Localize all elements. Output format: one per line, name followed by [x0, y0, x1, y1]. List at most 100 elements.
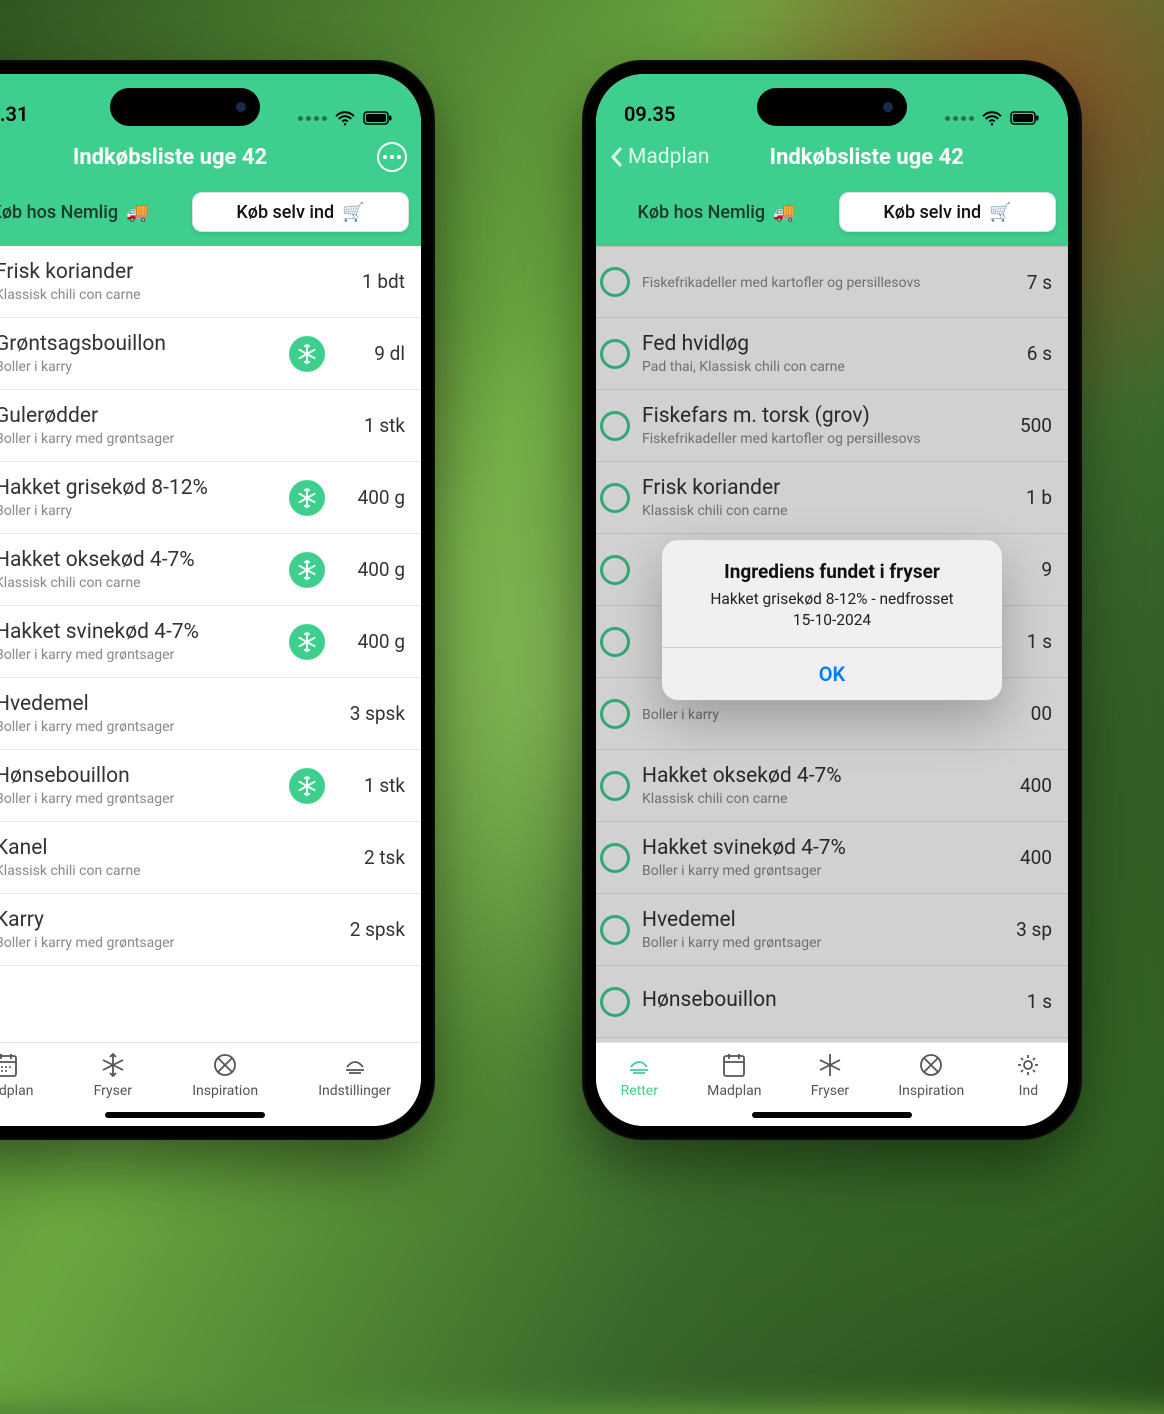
checkbox[interactable]	[600, 771, 630, 801]
checkbox[interactable]	[600, 699, 630, 729]
shopping-list[interactable]: Fiskefrikadeller med kartofler og persil…	[596, 246, 1068, 1042]
item-title: Gulerødder	[0, 404, 335, 429]
checkbox[interactable]	[600, 555, 630, 585]
item-quantity: 7 s	[982, 271, 1052, 294]
item-quantity: 9 dl	[335, 342, 405, 365]
checkbox[interactable]	[600, 987, 630, 1017]
list-item[interactable]: GrøntsagsbouillonBoller i karry 9 dl	[0, 318, 421, 390]
list-item[interactable]: Fiskefrikadeller med kartofler og persil…	[596, 246, 1068, 318]
item-quantity: 3 sp	[982, 918, 1052, 941]
status-time: 09.31	[0, 102, 28, 126]
list-item-text: Frisk korianderKlassisk chili con carne	[642, 476, 982, 519]
freezer-badge-icon	[289, 480, 325, 516]
home-indicator[interactable]	[752, 1112, 912, 1118]
item-quantity: 500	[982, 414, 1052, 437]
item-subtitle: Klassisk chili con carne	[642, 791, 982, 807]
list-item[interactable]: Hakket oksekød 4-7%Klassisk chili con ca…	[596, 750, 1068, 822]
tab-buy-nemlig[interactable]: Køb hos Nemlig 🚚	[608, 192, 825, 232]
item-title: Grøntsagsbouillon	[0, 332, 289, 357]
back-button[interactable]: Madplan	[610, 145, 710, 169]
page-title: Indkøbsliste uge 42	[0, 145, 367, 170]
tab-fryser[interactable]: Fryser	[94, 1051, 132, 1099]
item-subtitle: Boller i karry med grøntsager	[0, 935, 335, 951]
item-quantity: 400 g	[335, 486, 405, 509]
tab-fryser[interactable]: Fryser	[811, 1051, 849, 1099]
list-item[interactable]: Fiskefars m. torsk (grov)Fiskefrikadelle…	[596, 390, 1068, 462]
tab-fryser-label: Fryser	[94, 1083, 132, 1099]
item-title: Hakket svinekød 4-7%	[0, 620, 289, 645]
list-item[interactable]: Hakket oksekød 4-7%Klassisk chili con ca…	[0, 534, 421, 606]
tab-madplan-label: Madplan	[707, 1083, 761, 1099]
item-subtitle: Boller i karry med grøntsager	[0, 719, 335, 735]
item-quantity: 3 spsk	[335, 702, 405, 725]
item-quantity: 2 spsk	[335, 918, 405, 941]
item-quantity: 1 stk	[335, 774, 405, 797]
phone-right: 09.35 Madplan	[582, 60, 1082, 1140]
list-item[interactable]: Frisk korianderKlassisk chili con carne1…	[0, 246, 421, 318]
more-button[interactable]	[377, 142, 407, 172]
tab-madplan[interactable]: Madplan	[707, 1051, 761, 1099]
tab-buy-nemlig[interactable]: Køb hos Nemlig 🚚	[0, 192, 178, 232]
checkbox[interactable]	[600, 627, 630, 657]
tab-inspiration-label: Inspiration	[898, 1083, 964, 1099]
tab-indstillinger-label: Ind	[1019, 1083, 1038, 1099]
list-item[interactable]: Hakket grisekød 8-12%Boller i karry400 g	[0, 462, 421, 534]
tab-indstillinger[interactable]: Indstillinger	[318, 1051, 391, 1099]
checkbox[interactable]	[600, 843, 630, 873]
battery-icon	[363, 111, 393, 125]
nav-bar: Madplan Indkøbsliste uge 42	[596, 132, 1068, 182]
alert-ok-button[interactable]: OK	[662, 648, 1002, 700]
tab-inspiration[interactable]: Inspiration	[192, 1051, 258, 1099]
checkbox[interactable]	[600, 267, 630, 297]
tab-inspiration[interactable]: Inspiration	[898, 1051, 964, 1099]
cart-icon: 🛒	[342, 202, 364, 223]
list-item-text: Hakket oksekød 4-7%Klassisk chili con ca…	[642, 764, 982, 807]
item-subtitle: Boller i karry med grøntsager	[0, 431, 335, 447]
tab-buy-self[interactable]: Køb selv ind 🛒	[192, 192, 409, 232]
list-item[interactable]: Hakket svinekød 4-7% Boller i karry med g…	[0, 606, 421, 678]
item-quantity: 400 g	[335, 630, 405, 653]
list-item-text: Fiskefrikadeller med kartofler og persil…	[642, 273, 982, 291]
list-item[interactable]: HønsebouillonBoller i karry med grøntsag…	[0, 750, 421, 822]
item-subtitle: Boller i karry	[0, 503, 289, 519]
list-item[interactable]: HvedemelBoller i karry med grøntsager3 s…	[0, 678, 421, 750]
item-quantity: 00	[982, 702, 1052, 725]
dynamic-island	[757, 88, 907, 126]
item-quantity: 1 bdt	[335, 270, 405, 293]
list-item[interactable]: HvedemelBoller i karry med grøntsager3 s…	[596, 894, 1068, 966]
shopping-list[interactable]: Frisk korianderKlassisk chili con carne1…	[0, 246, 421, 1042]
tab-madplan-label: Madplan	[0, 1083, 33, 1099]
dynamic-island	[110, 88, 260, 126]
item-quantity: 6 s	[982, 342, 1052, 365]
list-item[interactable]: Frisk korianderKlassisk chili con carne1…	[596, 462, 1068, 534]
checkbox[interactable]	[600, 915, 630, 945]
list-item-text: Boller i karry	[642, 705, 982, 723]
list-item-text: HønsebouillonBoller i karry med grøntsag…	[0, 764, 289, 807]
list-item[interactable]: KarryBoller i karry med grøntsager2 spsk	[0, 894, 421, 966]
alert-dialog: Ingrediens fundet i fryser Hakket grisek…	[662, 540, 1002, 700]
list-item-text: GrøntsagsbouillonBoller i karry	[0, 332, 289, 375]
list-item[interactable]: Hønsebouillon1 s	[596, 966, 1068, 1038]
tab-madplan[interactable]: Madplan	[0, 1051, 33, 1099]
checkbox[interactable]	[600, 339, 630, 369]
home-indicator[interactable]	[105, 1112, 265, 1118]
list-item-text: Frisk korianderKlassisk chili con carne	[0, 260, 335, 303]
checkbox[interactable]	[600, 411, 630, 441]
screen-left: 09.31 dplan Indkøbslis	[0, 74, 421, 1126]
list-item[interactable]: Fed hvidløgPad thai, Klassisk chili con …	[596, 318, 1068, 390]
tab-retter[interactable]: Retter	[621, 1051, 658, 1099]
list-item-text: Fed hvidløgPad thai, Klassisk chili con …	[642, 332, 982, 375]
tab-buy-nemlig-label: Køb hos Nemlig	[0, 202, 118, 223]
list-item[interactable]: KanelKlassisk chili con carne2 tsk	[0, 822, 421, 894]
phone-left: 09.31 dplan Indkøbslis	[0, 60, 435, 1140]
list-item[interactable]: Hakket svinekød 4-7%Boller i karry med g…	[596, 822, 1068, 894]
item-subtitle: Boller i karry med grøntsager	[0, 647, 289, 663]
list-item-text: Hønsebouillon	[642, 988, 982, 1015]
list-item[interactable]: GulerødderBoller i karry med grøntsager1…	[0, 390, 421, 462]
cart-icon: 🛒	[989, 202, 1011, 223]
tab-indstillinger[interactable]: Ind	[1013, 1051, 1043, 1099]
item-quantity: 1 b	[982, 486, 1052, 509]
tab-buy-self[interactable]: Køb selv ind 🛒	[839, 192, 1056, 232]
checkbox[interactable]	[600, 483, 630, 513]
list-item-text: Hakket svinekød 4-7%Boller i karry med g…	[642, 836, 982, 879]
